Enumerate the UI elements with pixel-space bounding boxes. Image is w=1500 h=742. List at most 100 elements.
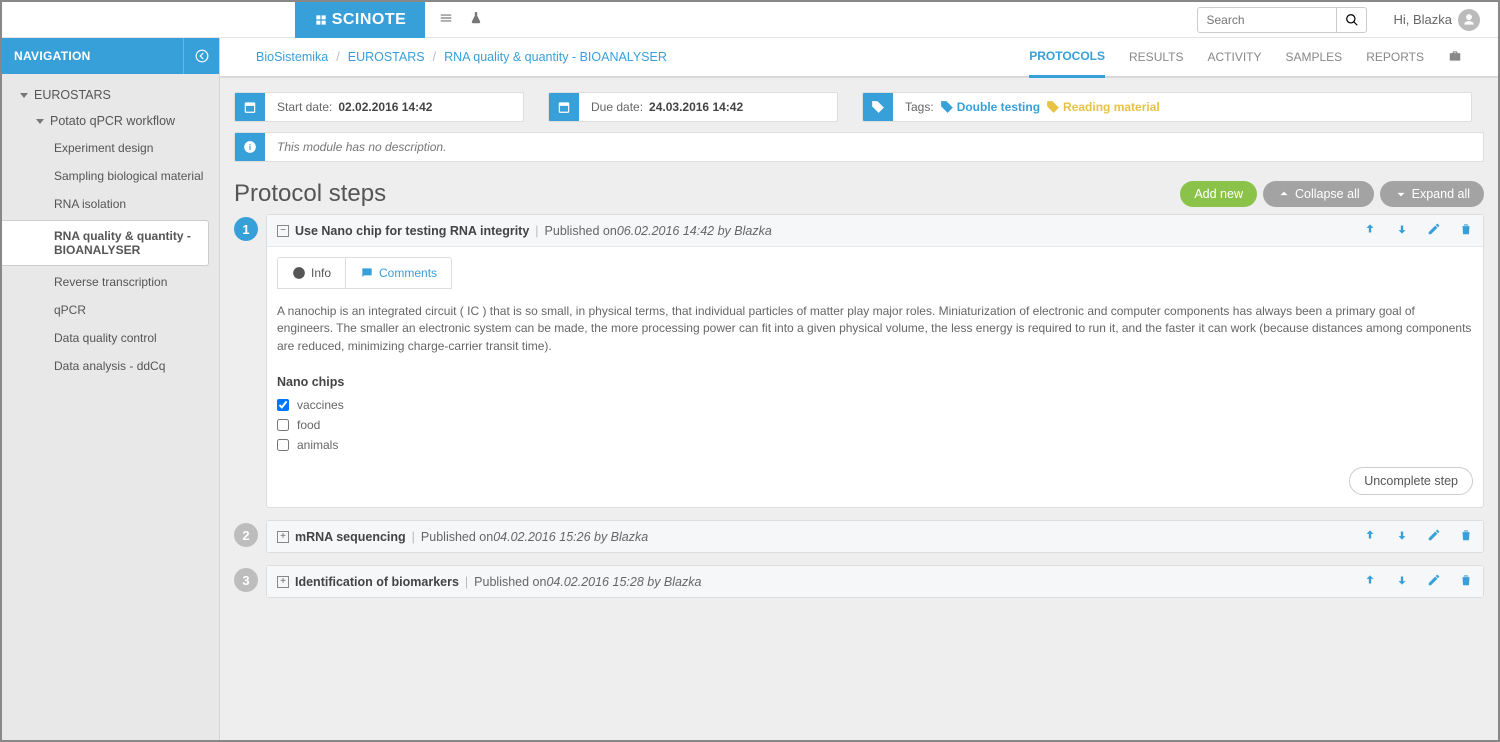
description-text: This module has no description. — [277, 140, 446, 154]
tab-samples[interactable]: SAMPLES — [1286, 38, 1343, 76]
menu-icon[interactable] — [439, 11, 453, 28]
step-title: mRNA sequencing — [295, 530, 406, 544]
calendar-icon — [549, 93, 579, 121]
step-panel: + mRNA sequencing | Published on 04.02.2… — [266, 520, 1484, 553]
flask-icon[interactable] — [469, 11, 483, 28]
checklist-checkbox[interactable] — [277, 399, 289, 411]
move-up-icon[interactable] — [1363, 573, 1377, 590]
collapse-icon — [1277, 187, 1291, 201]
sidebar-item[interactable]: Data analysis - ddCq — [2, 352, 219, 380]
avatar — [1458, 9, 1480, 31]
sidebar-item[interactable]: Data quality control — [2, 324, 219, 352]
topbar-icons — [425, 11, 497, 28]
tab-reports[interactable]: REPORTS — [1366, 38, 1424, 76]
step-body: Info Comments A nanochip is an integrate… — [267, 257, 1483, 507]
step-header: + mRNA sequencing | Published on 04.02.2… — [267, 521, 1483, 552]
sidebar-item[interactable]: RNA quality & quantity - BIOANALYSER — [2, 220, 209, 266]
step-header: − Use Nano chip for testing RNA integrit… — [267, 215, 1483, 247]
sidebar-item[interactable]: Reverse transcription — [2, 268, 219, 296]
breadcrumb-link[interactable]: EUROSTARS — [348, 50, 425, 64]
step-panel: + Identification of biomarkers | Publish… — [266, 565, 1484, 598]
search-input[interactable] — [1197, 7, 1337, 33]
sidebar-header: NAVIGATION — [2, 38, 219, 74]
user-icon — [1462, 13, 1476, 27]
checklist-item: food — [277, 415, 1473, 435]
step-number: 2 — [234, 523, 258, 547]
move-up-icon[interactable] — [1363, 222, 1377, 239]
breadcrumb: BioSistemika/EUROSTARS/RNA quality & qua… — [256, 50, 667, 64]
briefcase-icon[interactable] — [1448, 49, 1462, 66]
sidebar-title: NAVIGATION — [14, 49, 91, 63]
uncomplete-step-button[interactable]: Uncomplete step — [1349, 467, 1473, 495]
tab-protocols[interactable]: PROTOCOLS — [1029, 38, 1105, 78]
step-number: 3 — [234, 568, 258, 592]
sidebar-item[interactable]: Sampling biological material — [2, 162, 219, 190]
add-new-button[interactable]: Add new — [1180, 181, 1257, 207]
caret-down-icon — [20, 93, 28, 98]
tab-activity[interactable]: ACTIVITY — [1207, 38, 1261, 76]
logo-icon — [314, 13, 328, 27]
checklist-title: Nano chips — [277, 375, 1473, 389]
topbar: SCINOTE Hi, Blazka — [2, 2, 1498, 38]
steps-header: Protocol steps Add new Collapse all Expa… — [220, 162, 1498, 214]
checklist-checkbox[interactable] — [277, 419, 289, 431]
move-up-icon[interactable] — [1363, 528, 1377, 545]
step-toggle[interactable]: + — [277, 531, 289, 543]
step-toggle[interactable]: − — [277, 225, 289, 237]
step: 2 + mRNA sequencing | Published on 04.02.… — [234, 520, 1484, 553]
step-toggle[interactable]: + — [277, 576, 289, 588]
move-down-icon[interactable] — [1395, 573, 1409, 590]
delete-icon[interactable] — [1459, 528, 1473, 545]
step-description: A nanochip is an integrated circuit ( IC… — [277, 289, 1473, 369]
breadcrumb-link[interactable]: BioSistemika — [256, 50, 328, 64]
calendar-icon — [235, 93, 265, 121]
tag[interactable]: Reading material — [1046, 100, 1160, 114]
sidebar-item[interactable]: qPCR — [2, 296, 219, 324]
sidebar-collapse-button[interactable] — [183, 38, 219, 74]
checklist-item: animals — [277, 435, 1473, 455]
info-row: Start date: 02.02.2016 14:42 Due date: 2… — [220, 78, 1498, 122]
description-box: i This module has no description. — [234, 132, 1484, 162]
module-tabs: PROTOCOLS RESULTS ACTIVITY SAMPLES REPORTS — [1029, 38, 1462, 78]
collapse-all-button[interactable]: Collapse all — [1263, 181, 1374, 207]
tag-icon — [863, 93, 893, 121]
breadcrumb-link[interactable]: RNA quality & quantity - BIOANALYSER — [444, 50, 667, 64]
user-greeting: Hi, Blazka — [1393, 12, 1452, 27]
edit-icon[interactable] — [1427, 573, 1441, 590]
step: 1− Use Nano chip for testing RNA integri… — [234, 214, 1484, 508]
user-menu[interactable]: Hi, Blazka — [1367, 9, 1498, 31]
step-header: + Identification of biomarkers | Publish… — [267, 566, 1483, 597]
sidebar-item[interactable]: Experiment design — [2, 134, 219, 162]
sidebar-item[interactable]: RNA isolation — [2, 190, 219, 218]
app-logo-text: SCINOTE — [332, 11, 407, 29]
breadcrumb-row: BioSistemika/EUROSTARS/RNA quality & qua… — [220, 38, 1498, 78]
step: 3 + Identification of biomarkers | Publis… — [234, 565, 1484, 598]
checklist: vaccinesfoodanimals — [277, 395, 1473, 455]
step-title: Use Nano chip for testing RNA integrity — [295, 224, 529, 238]
chevron-left-circle-icon — [195, 49, 209, 63]
steps-title: Protocol steps — [234, 180, 386, 208]
app-logo[interactable]: SCINOTE — [295, 2, 425, 38]
tags-box: Tags: Double testing Reading material — [862, 92, 1472, 122]
checklist-checkbox[interactable] — [277, 439, 289, 451]
step-actions — [1363, 528, 1473, 545]
delete-icon[interactable] — [1459, 222, 1473, 239]
move-down-icon[interactable] — [1395, 222, 1409, 239]
search-button[interactable] — [1337, 7, 1367, 33]
edit-icon[interactable] — [1427, 528, 1441, 545]
expand-all-button[interactable]: Expand all — [1380, 181, 1484, 207]
tab-comments[interactable]: Comments — [346, 258, 451, 288]
tab-info[interactable]: Info — [278, 258, 346, 288]
steps-list: 1− Use Nano chip for testing RNA integri… — [220, 214, 1498, 630]
edit-icon[interactable] — [1427, 222, 1441, 239]
tab-results[interactable]: RESULTS — [1129, 38, 1183, 76]
tree-workflow[interactable]: Potato qPCR workflow — [2, 108, 219, 134]
step-inner-tabs: Info Comments — [277, 257, 452, 289]
nav-tree: EUROSTARS Potato qPCR workflow Experimen… — [2, 74, 219, 388]
step-actions — [1363, 573, 1473, 590]
move-down-icon[interactable] — [1395, 528, 1409, 545]
delete-icon[interactable] — [1459, 573, 1473, 590]
tree-project[interactable]: EUROSTARS — [2, 82, 219, 108]
checklist-item: vaccines — [277, 395, 1473, 415]
tag[interactable]: Double testing — [940, 100, 1040, 114]
